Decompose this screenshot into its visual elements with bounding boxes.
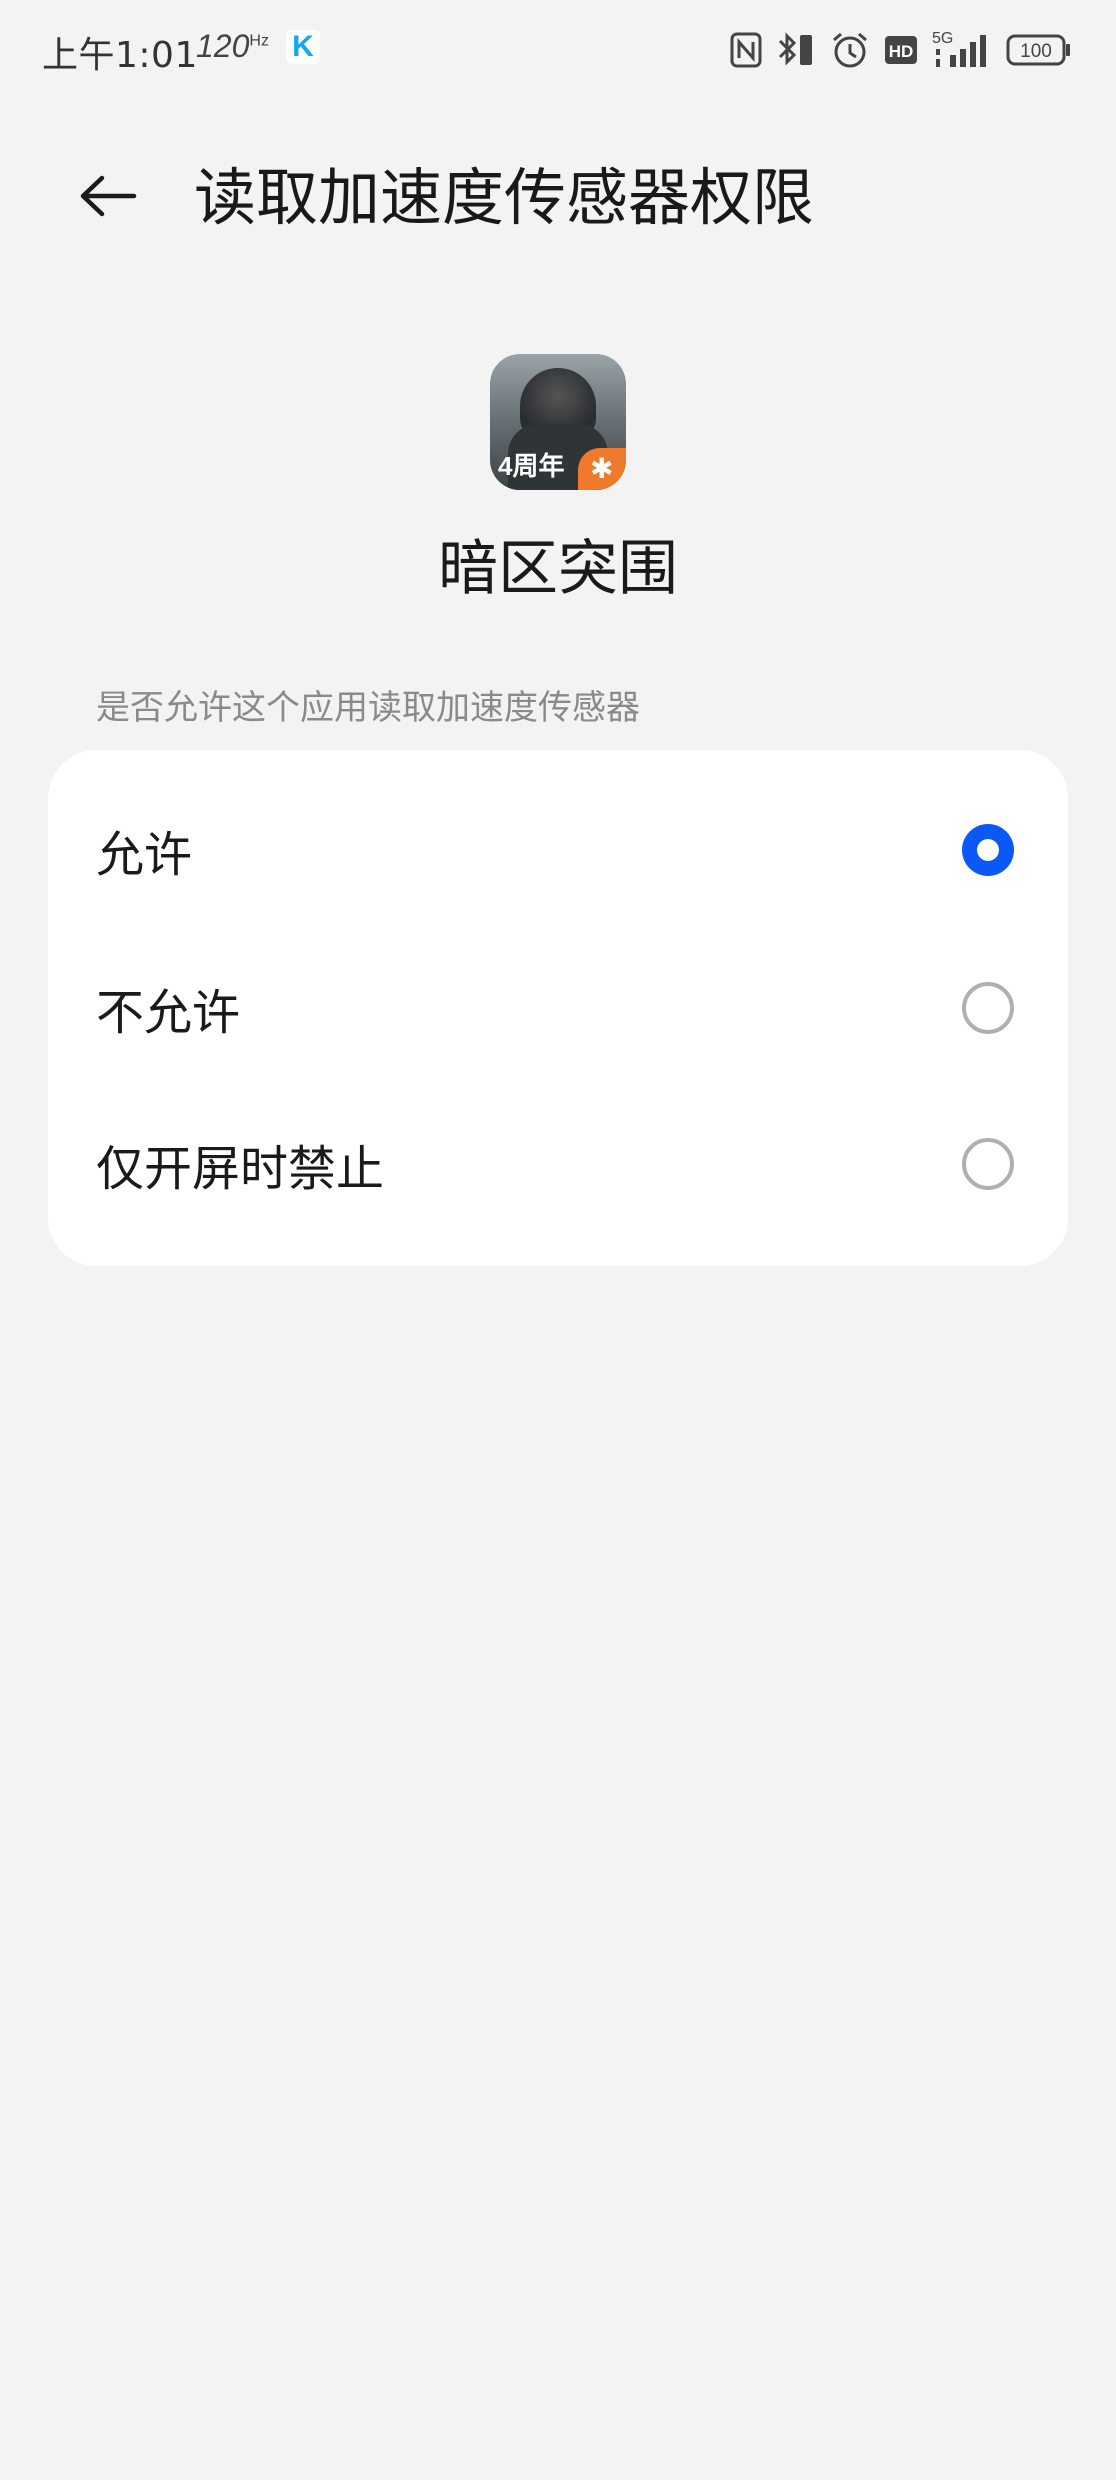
hd-icon: HD [885,36,917,64]
option-label: 允许 [96,827,193,883]
svg-text:100: 100 [1020,41,1052,62]
option-allow[interactable]: 允许 [48,772,1068,928]
page-title: 读取加速度传感器权限 [194,161,815,234]
radio-button[interactable] [962,982,1014,1034]
alarm-icon [833,32,867,68]
refresh-rate-unit: Hz [249,32,269,50]
bluetooth-icon [778,32,812,66]
option-label: 仅开屏时禁止 [96,1141,385,1197]
network-type-label: 5G [932,30,953,47]
app-icon-corner-logo [578,448,626,490]
back-button[interactable] [60,156,156,236]
option-deny-when-screen-on[interactable]: 仅开屏时禁止 [48,1086,1068,1242]
status-time: 上午1:01 [42,35,198,76]
app-icon: 4周年 [490,354,626,490]
permission-question-label: 是否允许这个应用读取加速度传感器 [96,688,640,728]
app-name: 暗区突围 [438,534,678,604]
option-deny[interactable]: 不允许 [48,930,1068,1086]
radio-button-selected[interactable] [962,824,1014,876]
app-icon-badge: 4周年 [498,451,565,481]
radio-button[interactable] [962,1138,1014,1190]
nfc-icon [730,32,762,68]
cellular-signal-icon: 5G [932,30,986,67]
notification-app-icon: K [286,30,320,64]
status-icons: HD 5G 100 [730,24,1072,76]
refresh-rate-indicator: 120Hz [196,28,269,65]
option-label: 不允许 [96,985,241,1041]
status-bar: 上午1:01 120Hz K HD 5G 100 [0,0,1116,100]
svg-text:HD: HD [889,42,914,61]
refresh-rate-value: 120 [196,28,250,64]
top-app-bar: 读取加速度传感器权限 [0,130,1116,260]
permission-options-card: 允许 不允许 仅开屏时禁止 [48,750,1068,1266]
battery-icon: 100 [1006,34,1070,66]
back-arrow-icon [80,175,137,217]
